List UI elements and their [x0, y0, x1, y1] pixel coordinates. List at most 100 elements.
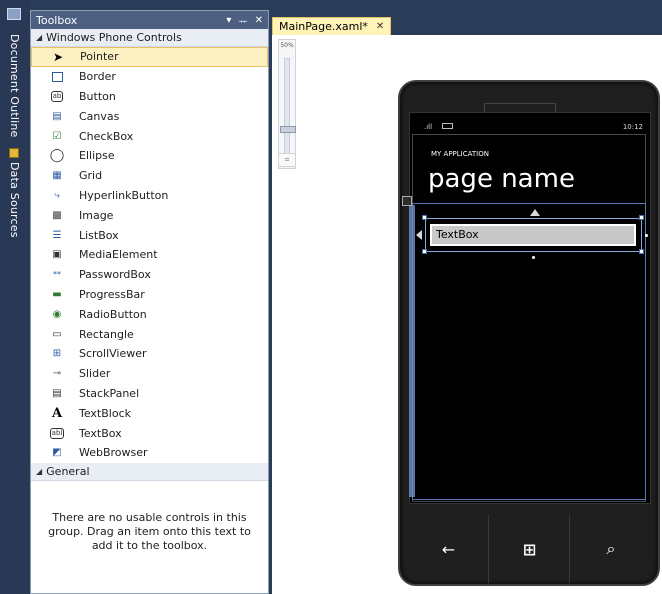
data-sources-icon: [9, 148, 19, 158]
application-title[interactable]: MY APPLICATION: [431, 150, 489, 158]
toolbox-item-label: Ellipse: [79, 149, 115, 163]
rectangle-icon: ▭: [52, 328, 62, 340]
toolbox-item-hyperlinkbutton[interactable]: ⤷ HyperlinkButton: [31, 186, 268, 206]
toolbox-item-label: ProgressBar: [79, 287, 145, 301]
toolbox-item-scrollviewer[interactable]: ⊞ ScrollViewer: [31, 344, 268, 364]
collapse-triangle-icon: ◢: [36, 466, 43, 476]
document-outline-tab[interactable]: Document Outline: [8, 34, 21, 137]
side-dock-strip: Document Outline Data Sources: [0, 0, 30, 594]
slider-icon: ⊸: [52, 368, 62, 380]
anchor-dot[interactable]: [645, 234, 648, 237]
ellipse-icon: ◯: [49, 148, 65, 164]
toolbox-item-label: WebBrowser: [79, 446, 148, 460]
toolbox-item-radiobutton[interactable]: ◉ RadioButton: [31, 304, 268, 324]
toolbox-item-label: TextBox: [79, 426, 122, 440]
toolbox-item-passwordbox[interactable]: ** PasswordBox: [31, 265, 268, 285]
radio-button-icon: ◉: [52, 308, 62, 320]
resize-handle[interactable]: [422, 249, 427, 254]
toolbox-item-rectangle[interactable]: ▭ Rectangle: [31, 324, 268, 344]
zoom-fit-icon[interactable]: ⌗: [278, 153, 296, 167]
toolbox-item-textbox[interactable]: abl TextBox: [31, 423, 268, 443]
toolbox-item-label: HyperlinkButton: [79, 188, 169, 202]
toolbox-item-label: RadioButton: [79, 307, 147, 321]
button-icon: ab: [50, 90, 64, 102]
zoom-track[interactable]: [284, 58, 290, 158]
column-marker-icon[interactable]: [416, 230, 422, 240]
back-arrow-icon: ←: [441, 539, 456, 559]
start-button[interactable]: ⊞: [490, 515, 570, 583]
toolbox-item-list: ➤ Pointer Border ab Button ▤ Canvas ☑ Ch…: [31, 47, 268, 463]
toolbox-item-image[interactable]: ▩ Image: [31, 205, 268, 225]
snap-grid-icon[interactable]: [402, 196, 412, 206]
toolbox-item-label: PasswordBox: [79, 268, 151, 282]
toolbox-item-slider[interactable]: ⊸ Slider: [31, 364, 268, 384]
toolbox-item-mediaelement[interactable]: ▣ MediaElement: [31, 245, 268, 265]
web-browser-icon: ◩: [52, 447, 62, 459]
row-marker-icon[interactable]: [530, 209, 540, 216]
listbox-icon: ☰: [52, 229, 62, 241]
group-label: Windows Phone Controls: [46, 31, 182, 44]
group-header-windows-phone-controls[interactable]: ◢ Windows Phone Controls: [31, 29, 268, 47]
tab-label: MainPage.xaml*: [279, 20, 368, 33]
toolbox-item-textblock[interactable]: A TextBlock: [31, 403, 268, 423]
zoom-label: 50%: [280, 42, 294, 49]
toolbox-item-border[interactable]: Border: [31, 67, 268, 87]
resize-handle[interactable]: [639, 215, 644, 220]
image-icon: ▩: [52, 209, 62, 221]
toolbox-item-label: TextBlock: [79, 406, 131, 420]
group-label: General: [46, 464, 90, 478]
zoom-control[interactable]: 50%: [278, 39, 296, 169]
close-icon[interactable]: ✕: [255, 15, 263, 26]
zoom-thumb[interactable]: [280, 126, 296, 133]
stack-panel-icon: ▤: [52, 387, 62, 399]
document-tab-bar: MainPage.xaml* ✕: [272, 17, 662, 35]
toolbox-item-label: Canvas: [79, 109, 120, 123]
data-sources-tab[interactable]: Data Sources: [8, 148, 21, 238]
scroll-viewer-icon: ⊞: [52, 348, 62, 360]
toolbox-item-button[interactable]: ab Button: [31, 87, 268, 107]
pin-icon[interactable]: ᅲ: [238, 13, 247, 28]
tab-mainpage-xaml[interactable]: MainPage.xaml* ✕: [272, 17, 392, 35]
toolbox-dropdown-icon[interactable]: ▾: [226, 15, 231, 26]
search-icon: ⌕: [606, 539, 616, 558]
textblock-icon: A: [51, 405, 63, 421]
toolbox-item-grid[interactable]: ▦ Grid: [31, 166, 268, 186]
back-button[interactable]: ←: [409, 515, 489, 583]
toolbox-item-listbox[interactable]: ☰ ListBox: [31, 225, 268, 245]
toolbox-item-progressbar[interactable]: ▬ ProgressBar: [31, 285, 268, 305]
toolbox-item-label: StackPanel: [79, 386, 140, 400]
search-button[interactable]: ⌕: [571, 515, 651, 583]
toolbox-item-label: Image: [79, 208, 114, 222]
anchor-dot[interactable]: [532, 256, 535, 259]
phone-status-bar: .ıll 10:12: [424, 121, 649, 135]
toolbox-item-ellipse[interactable]: ◯ Ellipse: [31, 146, 268, 166]
toolbox-item-pointer[interactable]: ➤ Pointer: [31, 47, 268, 67]
progress-bar-icon: ▬: [52, 288, 62, 300]
grid-rail[interactable]: [409, 205, 415, 497]
page-title[interactable]: page name: [428, 164, 575, 194]
toolbox-item-label: Rectangle: [79, 327, 134, 341]
toolbox-item-checkbox[interactable]: ☑ CheckBox: [31, 126, 268, 146]
tab-close-icon[interactable]: ✕: [376, 21, 384, 32]
toolbox-item-label: Border: [79, 70, 116, 84]
toolbox-item-canvas[interactable]: ▤ Canvas: [31, 106, 268, 126]
toolbox-panel: Toolbox ▾ ᅲ ✕ ◢ Windows Phone Controls ➤…: [30, 10, 269, 594]
textbox-control[interactable]: TextBox: [430, 224, 636, 246]
toolbox-item-label: ListBox: [79, 228, 119, 242]
signal-icon: .ıll: [424, 123, 433, 131]
group-header-general[interactable]: ◢ General: [31, 462, 268, 481]
hyperlink-icon: ⤷: [54, 189, 60, 201]
toolbox-item-label: Pointer: [80, 50, 119, 64]
toolbox-title: Toolbox: [36, 13, 78, 27]
server-explorer-icon[interactable]: [7, 8, 21, 20]
toolbox-item-stackpanel[interactable]: ▤ StackPanel: [31, 384, 268, 404]
resize-handle[interactable]: [422, 215, 427, 220]
toolbox-item-label: Grid: [79, 169, 103, 183]
resize-handle[interactable]: [639, 249, 644, 254]
toolbox-item-label: MediaElement: [79, 248, 158, 262]
toolbox-item-webbrowser[interactable]: ◩ WebBrowser: [31, 443, 268, 463]
windows-logo-icon: ⊞: [522, 539, 537, 559]
data-sources-label: Data Sources: [8, 162, 21, 238]
media-element-icon: ▣: [52, 249, 62, 261]
checkbox-icon: ☑: [52, 130, 62, 142]
